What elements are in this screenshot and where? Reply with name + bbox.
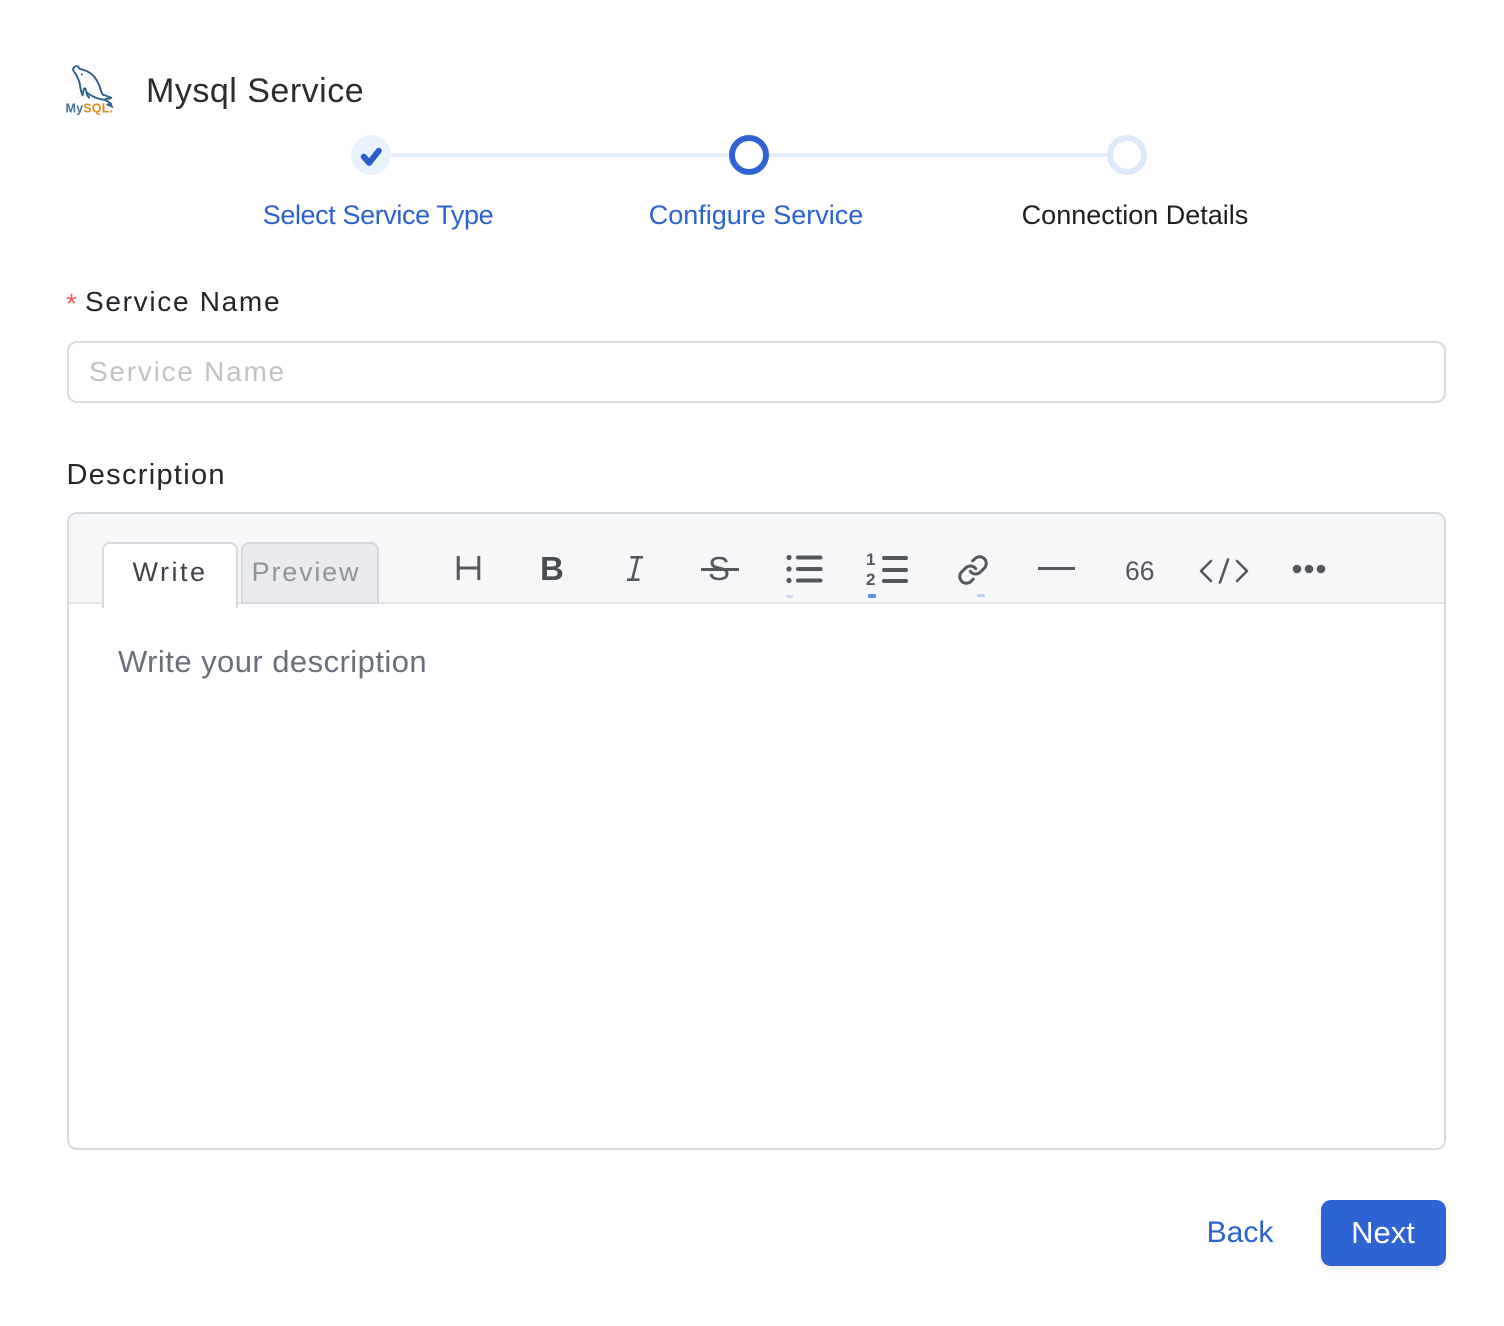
svg-text:1: 1 <box>866 550 875 569</box>
svg-text:MySQL.: MySQL. <box>66 102 114 116</box>
svg-text:2: 2 <box>866 570 875 586</box>
